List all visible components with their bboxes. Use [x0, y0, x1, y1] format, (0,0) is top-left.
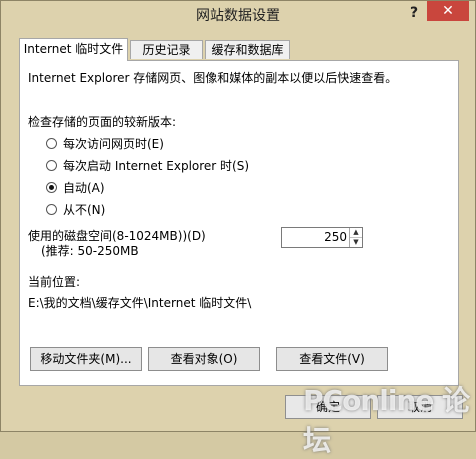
spin-down-icon[interactable]: ▼: [350, 238, 362, 247]
watermark-text: PConline 论坛: [303, 384, 470, 457]
disk-space-stepper[interactable]: 250 ▲ ▼: [281, 227, 363, 248]
current-location-path: E:\我的文档\缓存文件\Internet 临时文件\: [28, 296, 252, 310]
radio-automatic[interactable]: [46, 182, 57, 193]
spin-buttons: ▲ ▼: [349, 228, 362, 247]
radio-label-every-visit[interactable]: 每次访问网页时(E): [63, 135, 164, 152]
tab-history[interactable]: 历史记录: [130, 40, 203, 59]
panel-description: Internet Explorer 存储网页、图像和媒体的副本以便以后快速查看。: [28, 71, 398, 85]
settings-panel: Internet Explorer 存储网页、图像和媒体的副本以便以后快速查看。…: [19, 60, 459, 386]
radio-never[interactable]: [46, 204, 57, 215]
help-button[interactable]: ?: [405, 3, 423, 23]
radio-every-start[interactable]: [46, 160, 57, 171]
view-objects-button[interactable]: 查看对象(O): [148, 347, 260, 371]
radio-every-visit[interactable]: [46, 138, 57, 149]
tab-cache-databases[interactable]: 缓存和数据库: [205, 40, 290, 59]
window-title: 网站数据设置: [196, 8, 280, 24]
move-folder-button[interactable]: 移动文件夹(M)...: [30, 347, 142, 371]
radio-label-every-start[interactable]: 每次启动 Internet Explorer 时(S): [63, 157, 249, 174]
view-files-button[interactable]: 查看文件(V): [276, 347, 388, 371]
title-bar: 网站数据设置 ? ✕: [1, 1, 475, 29]
radio-label-automatic[interactable]: 自动(A): [63, 179, 105, 196]
watermark: PConline 论坛: [303, 379, 473, 457]
current-location-label: 当前位置:: [28, 275, 81, 289]
disk-space-hint: (推荐: 50-250MB: [41, 244, 139, 258]
radio-label-never[interactable]: 从不(N): [63, 201, 105, 218]
settings-dialog: 网站数据设置 ? ✕ Internet 临时文件 历史记录 缓存和数据库 Int…: [0, 0, 476, 457]
disk-space-value[interactable]: 250: [324, 230, 347, 244]
check-newer-heading: 检查存储的页面的较新版本:: [28, 115, 177, 129]
close-button[interactable]: ✕: [427, 1, 469, 21]
spin-up-icon[interactable]: ▲: [350, 228, 362, 238]
tab-temp-internet-files[interactable]: Internet 临时文件: [19, 38, 128, 61]
